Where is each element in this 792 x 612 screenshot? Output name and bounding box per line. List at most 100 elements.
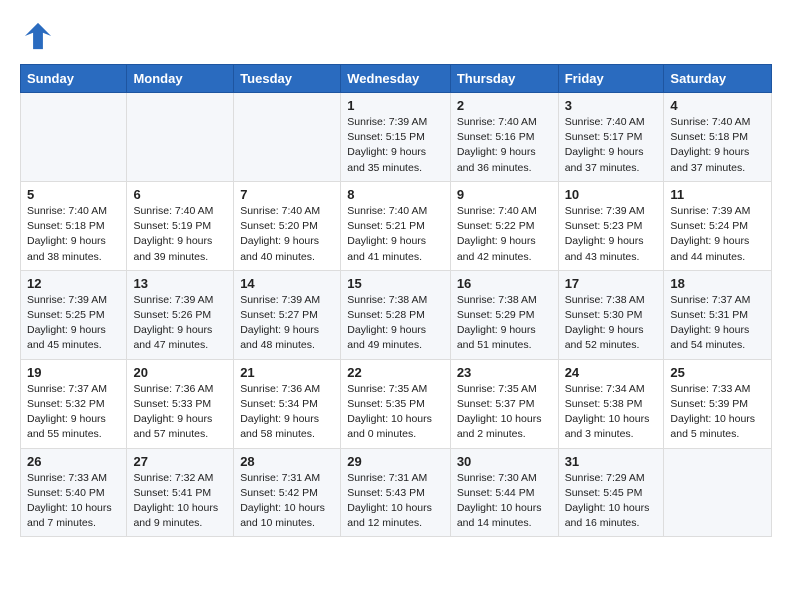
calendar-cell: 31 Sunrise: 7:29 AM Sunset: 5:45 PM Dayli… bbox=[558, 448, 664, 537]
calendar-cell bbox=[21, 93, 127, 182]
day-info: Sunrise: 7:40 AM Sunset: 5:20 PM Dayligh… bbox=[240, 204, 334, 265]
weekday-header-wednesday: Wednesday bbox=[341, 65, 451, 93]
day-info: Sunrise: 7:34 AM Sunset: 5:38 PM Dayligh… bbox=[565, 382, 658, 443]
page: SundayMondayTuesdayWednesdayThursdayFrid… bbox=[0, 0, 792, 555]
weekday-header-sunday: Sunday bbox=[21, 65, 127, 93]
calendar-cell: 15 Sunrise: 7:38 AM Sunset: 5:28 PM Dayli… bbox=[341, 270, 451, 359]
calendar-cell: 1Sunrise: 7:39 AM Sunset: 5:15 PM Daylig… bbox=[341, 93, 451, 182]
weekday-header-saturday: Saturday bbox=[664, 65, 772, 93]
day-info: Sunrise: 7:38 AM Sunset: 5:28 PM Dayligh… bbox=[347, 293, 444, 354]
header bbox=[20, 18, 772, 54]
day-number: 2 bbox=[457, 98, 552, 113]
day-info: Sunrise: 7:30 AM Sunset: 5:44 PM Dayligh… bbox=[457, 471, 552, 532]
day-number: 16 bbox=[457, 276, 552, 291]
day-info: Sunrise: 7:29 AM Sunset: 5:45 PM Dayligh… bbox=[565, 471, 658, 532]
day-info: Sunrise: 7:40 AM Sunset: 5:19 PM Dayligh… bbox=[133, 204, 227, 265]
day-info: Sunrise: 7:32 AM Sunset: 5:41 PM Dayligh… bbox=[133, 471, 227, 532]
day-info: Sunrise: 7:40 AM Sunset: 5:21 PM Dayligh… bbox=[347, 204, 444, 265]
day-number: 20 bbox=[133, 365, 227, 380]
calendar-cell: 26Sunrise: 7:33 AM Sunset: 5:40 PM Dayli… bbox=[21, 448, 127, 537]
calendar-cell bbox=[234, 93, 341, 182]
calendar-cell: 7 Sunrise: 7:40 AM Sunset: 5:20 PM Daylig… bbox=[234, 181, 341, 270]
day-info: Sunrise: 7:39 AM Sunset: 5:26 PM Dayligh… bbox=[133, 293, 227, 354]
calendar-cell: 12 Sunrise: 7:39 AM Sunset: 5:25 PM Dayli… bbox=[21, 270, 127, 359]
day-number: 3 bbox=[565, 98, 658, 113]
day-number: 31 bbox=[565, 454, 658, 469]
day-number: 26 bbox=[27, 454, 120, 469]
day-info: Sunrise: 7:35 AM Sunset: 5:37 PM Dayligh… bbox=[457, 382, 552, 443]
calendar-cell: 28Sunrise: 7:31 AM Sunset: 5:42 PM Dayli… bbox=[234, 448, 341, 537]
calendar-cell: 17 Sunrise: 7:38 AM Sunset: 5:30 PM Dayli… bbox=[558, 270, 664, 359]
calendar-cell: 21 Sunrise: 7:36 AM Sunset: 5:34 PM Dayli… bbox=[234, 359, 341, 448]
day-number: 17 bbox=[565, 276, 658, 291]
calendar-cell bbox=[664, 448, 772, 537]
calendar-cell: 13Sunrise: 7:39 AM Sunset: 5:26 PM Dayli… bbox=[127, 270, 234, 359]
day-number: 6 bbox=[133, 187, 227, 202]
calendar-cell: 18 Sunrise: 7:37 AM Sunset: 5:31 PM Dayli… bbox=[664, 270, 772, 359]
day-info: Sunrise: 7:33 AM Sunset: 5:39 PM Dayligh… bbox=[670, 382, 765, 443]
calendar-cell: 20Sunrise: 7:36 AM Sunset: 5:33 PM Dayli… bbox=[127, 359, 234, 448]
day-number: 11 bbox=[670, 187, 765, 202]
calendar-cell: 3Sunrise: 7:40 AM Sunset: 5:17 PM Daylig… bbox=[558, 93, 664, 182]
day-info: Sunrise: 7:36 AM Sunset: 5:34 PM Dayligh… bbox=[240, 382, 334, 443]
day-number: 12 bbox=[27, 276, 120, 291]
day-info: Sunrise: 7:40 AM Sunset: 5:22 PM Dayligh… bbox=[457, 204, 552, 265]
calendar-cell: 29Sunrise: 7:31 AM Sunset: 5:43 PM Dayli… bbox=[341, 448, 451, 537]
week-row-1: 1Sunrise: 7:39 AM Sunset: 5:15 PM Daylig… bbox=[21, 93, 772, 182]
day-info: Sunrise: 7:40 AM Sunset: 5:16 PM Dayligh… bbox=[457, 115, 552, 176]
day-info: Sunrise: 7:40 AM Sunset: 5:18 PM Dayligh… bbox=[27, 204, 120, 265]
day-number: 27 bbox=[133, 454, 227, 469]
day-number: 5 bbox=[27, 187, 120, 202]
day-number: 29 bbox=[347, 454, 444, 469]
calendar-cell: 6 Sunrise: 7:40 AM Sunset: 5:19 PM Daylig… bbox=[127, 181, 234, 270]
day-info: Sunrise: 7:39 AM Sunset: 5:27 PM Dayligh… bbox=[240, 293, 334, 354]
day-number: 25 bbox=[670, 365, 765, 380]
week-row-3: 12 Sunrise: 7:39 AM Sunset: 5:25 PM Dayli… bbox=[21, 270, 772, 359]
day-number: 8 bbox=[347, 187, 444, 202]
day-number: 7 bbox=[240, 187, 334, 202]
calendar-cell: 9Sunrise: 7:40 AM Sunset: 5:22 PM Daylig… bbox=[450, 181, 558, 270]
day-info: Sunrise: 7:38 AM Sunset: 5:29 PM Dayligh… bbox=[457, 293, 552, 354]
day-number: 24 bbox=[565, 365, 658, 380]
calendar-cell: 4 Sunrise: 7:40 AM Sunset: 5:18 PM Daylig… bbox=[664, 93, 772, 182]
calendar-cell: 22 Sunrise: 7:35 AM Sunset: 5:35 PM Dayli… bbox=[341, 359, 451, 448]
day-info: Sunrise: 7:37 AM Sunset: 5:32 PM Dayligh… bbox=[27, 382, 120, 443]
day-info: Sunrise: 7:31 AM Sunset: 5:42 PM Dayligh… bbox=[240, 471, 334, 532]
day-info: Sunrise: 7:39 AM Sunset: 5:24 PM Dayligh… bbox=[670, 204, 765, 265]
calendar-cell: 19 Sunrise: 7:37 AM Sunset: 5:32 PM Dayli… bbox=[21, 359, 127, 448]
weekday-header-tuesday: Tuesday bbox=[234, 65, 341, 93]
logo-icon bbox=[20, 18, 56, 54]
day-number: 30 bbox=[457, 454, 552, 469]
calendar-cell: 10 Sunrise: 7:39 AM Sunset: 5:23 PM Dayli… bbox=[558, 181, 664, 270]
week-row-2: 5 Sunrise: 7:40 AM Sunset: 5:18 PM Daylig… bbox=[21, 181, 772, 270]
logo bbox=[20, 18, 60, 54]
day-number: 10 bbox=[565, 187, 658, 202]
day-number: 22 bbox=[347, 365, 444, 380]
calendar-cell: 11 Sunrise: 7:39 AM Sunset: 5:24 PM Dayli… bbox=[664, 181, 772, 270]
weekday-header-row: SundayMondayTuesdayWednesdayThursdayFrid… bbox=[21, 65, 772, 93]
week-row-5: 26Sunrise: 7:33 AM Sunset: 5:40 PM Dayli… bbox=[21, 448, 772, 537]
weekday-header-friday: Friday bbox=[558, 65, 664, 93]
day-number: 15 bbox=[347, 276, 444, 291]
calendar-cell: 25 Sunrise: 7:33 AM Sunset: 5:39 PM Dayli… bbox=[664, 359, 772, 448]
day-number: 19 bbox=[27, 365, 120, 380]
day-info: Sunrise: 7:39 AM Sunset: 5:25 PM Dayligh… bbox=[27, 293, 120, 354]
day-info: Sunrise: 7:38 AM Sunset: 5:30 PM Dayligh… bbox=[565, 293, 658, 354]
calendar-cell: 2 Sunrise: 7:40 AM Sunset: 5:16 PM Daylig… bbox=[450, 93, 558, 182]
calendar-cell: 5 Sunrise: 7:40 AM Sunset: 5:18 PM Daylig… bbox=[21, 181, 127, 270]
weekday-header-monday: Monday bbox=[127, 65, 234, 93]
weekday-header-thursday: Thursday bbox=[450, 65, 558, 93]
day-info: Sunrise: 7:40 AM Sunset: 5:18 PM Dayligh… bbox=[670, 115, 765, 176]
day-info: Sunrise: 7:37 AM Sunset: 5:31 PM Dayligh… bbox=[670, 293, 765, 354]
day-info: Sunrise: 7:39 AM Sunset: 5:23 PM Dayligh… bbox=[565, 204, 658, 265]
calendar: SundayMondayTuesdayWednesdayThursdayFrid… bbox=[20, 64, 772, 537]
day-number: 4 bbox=[670, 98, 765, 113]
calendar-cell: 30 Sunrise: 7:30 AM Sunset: 5:44 PM Dayli… bbox=[450, 448, 558, 537]
calendar-cell: 23Sunrise: 7:35 AM Sunset: 5:37 PM Dayli… bbox=[450, 359, 558, 448]
day-info: Sunrise: 7:35 AM Sunset: 5:35 PM Dayligh… bbox=[347, 382, 444, 443]
calendar-cell: 24 Sunrise: 7:34 AM Sunset: 5:38 PM Dayli… bbox=[558, 359, 664, 448]
calendar-cell: 8 Sunrise: 7:40 AM Sunset: 5:21 PM Daylig… bbox=[341, 181, 451, 270]
day-number: 21 bbox=[240, 365, 334, 380]
calendar-cell: 16 Sunrise: 7:38 AM Sunset: 5:29 PM Dayli… bbox=[450, 270, 558, 359]
day-number: 18 bbox=[670, 276, 765, 291]
